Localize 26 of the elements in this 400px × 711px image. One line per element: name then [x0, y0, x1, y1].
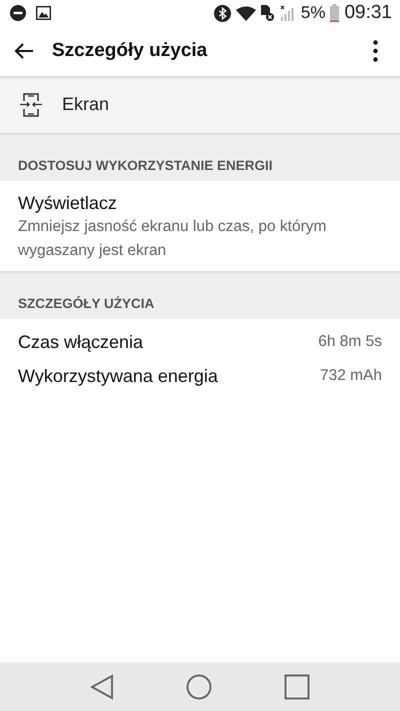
battery-icon [330, 4, 340, 22]
signal-icon [280, 4, 296, 22]
clock-time: 09:31 [344, 2, 392, 24]
back-nav-button[interactable] [90, 674, 114, 700]
back-triangle-icon [90, 674, 114, 700]
recents-button[interactable] [284, 674, 310, 700]
do-not-disturb-icon [10, 5, 26, 21]
section-header: DOSTOSUJ WYKORZYSTANIE ENERGII [0, 134, 400, 181]
toolbar-title: Szczegóły użycia [52, 40, 208, 62]
wifi-icon [236, 6, 256, 20]
stat-value: 6h 8m 5s [318, 333, 382, 351]
image-icon [36, 6, 51, 20]
screen-icon [20, 92, 42, 118]
stat-label: Wykorzystywana energia [18, 366, 218, 386]
battery-percent: 5% [300, 3, 326, 23]
section-header: SZCZEGÓŁY UŻYCIA [0, 272, 400, 319]
back-arrow-icon [14, 43, 34, 59]
stat-value: 732 mAh [320, 367, 382, 385]
bluetooth-icon [214, 4, 231, 22]
recents-square-icon [284, 674, 310, 700]
home-circle-icon [186, 674, 212, 700]
sim-card-icon [260, 4, 275, 22]
stat-label: Czas włączenia [18, 332, 144, 352]
home-button[interactable] [186, 674, 212, 700]
more-options-icon [372, 40, 378, 62]
app-name: Ekran [62, 94, 110, 115]
